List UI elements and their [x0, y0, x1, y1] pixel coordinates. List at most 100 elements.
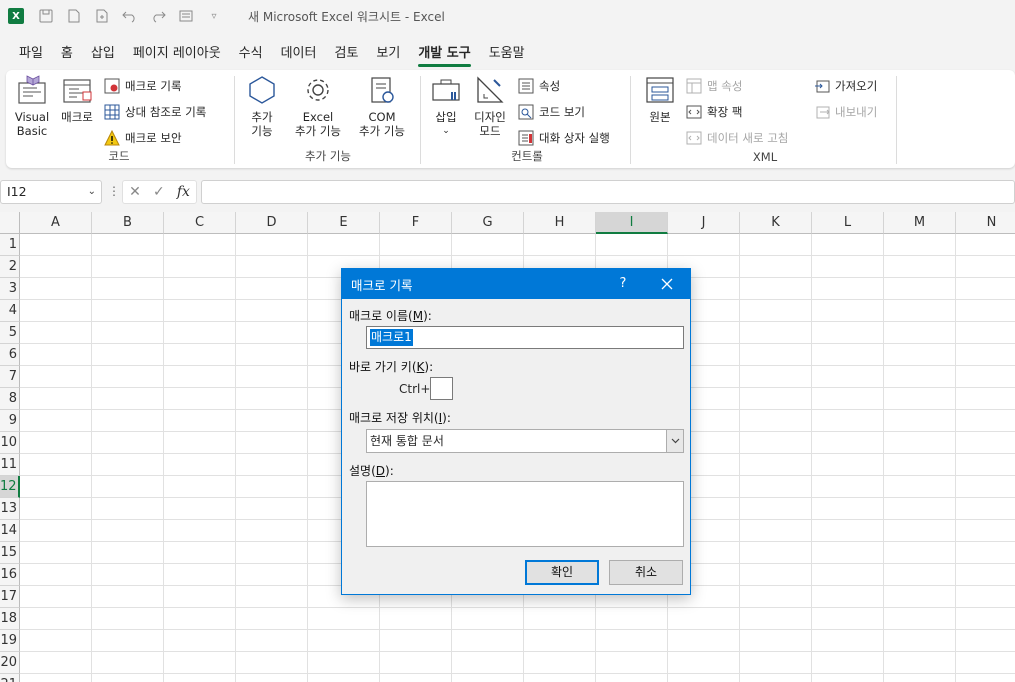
row-header[interactable]: 3 — [0, 278, 20, 300]
ribbon-separator — [234, 76, 235, 164]
shortcut-key-input[interactable] — [430, 377, 453, 400]
record-macro-button[interactable]: 매크로 기록 — [104, 76, 182, 96]
row-header[interactable]: 16 — [0, 564, 20, 586]
tab-data[interactable]: 데이터 — [272, 40, 326, 68]
row-header[interactable]: 21 — [0, 674, 20, 682]
refresh-data-button[interactable]: 데이터 새로 고침 — [686, 128, 788, 148]
column-header[interactable]: J — [668, 212, 740, 234]
dialog-title: 매크로 기록 — [351, 277, 413, 293]
ok-button[interactable]: 확인 — [525, 560, 599, 585]
com-addins-label-1: COM — [368, 110, 396, 124]
import-xml-button[interactable]: 가져오기 — [814, 76, 877, 96]
expansion-packs-button[interactable]: 확장 팩 — [686, 102, 742, 122]
cancel-button[interactable]: 취소 — [609, 560, 683, 585]
row-header[interactable]: 11 — [0, 454, 20, 476]
column-header[interactable]: E — [308, 212, 380, 234]
tab-file[interactable]: 파일 — [10, 40, 52, 68]
row-header[interactable]: 6 — [0, 344, 20, 366]
row-header[interactable]: 5 — [0, 322, 20, 344]
title-bar: X ▿ 새 Microsoft Excel 워크시트 - Excel — [0, 0, 1015, 32]
import-xml-label: 가져오기 — [835, 79, 878, 93]
formula-input[interactable] — [201, 180, 1015, 204]
relative-reference-button[interactable]: 상대 참조로 기록 — [104, 102, 206, 122]
xml-source-button[interactable]: 원본 — [642, 74, 678, 124]
column-header[interactable]: H — [524, 212, 596, 234]
macro-security-button[interactable]: 매크로 보안 — [104, 128, 182, 148]
row-header[interactable]: 15 — [0, 542, 20, 564]
visual-basic-button[interactable]: Visual Basic — [12, 74, 52, 138]
new-file-icon[interactable] — [88, 0, 116, 32]
tab-view[interactable]: 보기 — [367, 40, 409, 68]
row-header[interactable]: 1 — [0, 234, 20, 256]
tab-formulas[interactable]: 수식 — [230, 40, 272, 68]
cancel-icon[interactable]: ✕ — [129, 184, 141, 200]
ribbon-separator — [420, 76, 421, 164]
save-icon[interactable] — [32, 0, 60, 32]
undo-icon[interactable] — [116, 0, 144, 32]
row-header[interactable]: 2 — [0, 256, 20, 278]
properties-button[interactable]: 속성 — [518, 76, 560, 96]
row-header[interactable]: 13 — [0, 498, 20, 520]
description-input[interactable] — [366, 481, 684, 547]
excel-addins-button[interactable]: Excel 추가 기능 — [288, 74, 348, 138]
tab-page-layout[interactable]: 페이지 레이아웃 — [124, 40, 230, 68]
column-header[interactable]: K — [740, 212, 812, 234]
macros-button[interactable]: 매크로 — [56, 74, 98, 124]
customize-toolbar-icon[interactable]: ▿ — [200, 0, 228, 32]
row-header[interactable]: 7 — [0, 366, 20, 388]
row-header[interactable]: 12 — [0, 476, 20, 498]
close-button[interactable] — [652, 269, 682, 299]
insert-function-button[interactable]: fx — [177, 184, 190, 200]
com-addins-button[interactable]: COM 추가 기능 — [352, 74, 412, 138]
row-header[interactable]: 9 — [0, 410, 20, 432]
design-mode-button[interactable]: 디자인 모드 — [468, 74, 512, 138]
column-header[interactable]: F — [380, 212, 452, 234]
addins-button[interactable]: 추가 기능 — [244, 74, 280, 138]
export-xml-button[interactable]: 내보내기 — [814, 102, 877, 122]
tab-home[interactable]: 홈 — [52, 40, 82, 68]
row-header[interactable]: 4 — [0, 300, 20, 322]
save-as-icon[interactable] — [60, 0, 88, 32]
row-header[interactable]: 19 — [0, 630, 20, 652]
group-controls-label: 컨트롤 — [511, 149, 543, 163]
macro-name-value: 매크로1 — [370, 329, 413, 346]
map-properties-button[interactable]: 맵 속성 — [686, 76, 742, 96]
column-header[interactable]: M — [884, 212, 956, 234]
help-button[interactable]: ? — [612, 269, 634, 299]
run-dialog-button[interactable]: 대화 상자 실행 — [518, 128, 610, 148]
store-macro-select[interactable]: 현재 통합 문서 — [366, 429, 684, 453]
view-code-button[interactable]: 코드 보기 — [518, 102, 585, 122]
name-box[interactable]: I12 ⌄ — [0, 180, 102, 204]
macro-name-input[interactable]: 매크로1 — [366, 326, 684, 349]
row-header[interactable]: 10 — [0, 432, 20, 454]
chevron-down-icon[interactable] — [666, 430, 683, 452]
view-code-icon — [518, 104, 534, 120]
tab-insert[interactable]: 삽입 — [82, 40, 124, 68]
check-icon[interactable]: ✓ — [153, 184, 165, 200]
tab-help[interactable]: 도움말 — [480, 40, 534, 68]
insert-control-button[interactable]: 삽입 ⌄ — [428, 74, 464, 138]
column-header[interactable]: N — [956, 212, 1015, 234]
row-header[interactable]: 17 — [0, 586, 20, 608]
column-header[interactable]: A — [20, 212, 92, 234]
row-header[interactable]: 8 — [0, 388, 20, 410]
column-header[interactable]: I — [596, 212, 668, 234]
column-header[interactable]: D — [236, 212, 308, 234]
design-mode-icon — [477, 76, 504, 103]
row-header[interactable]: 18 — [0, 608, 20, 630]
column-header[interactable]: G — [452, 212, 524, 234]
macros-label: 매크로 — [61, 110, 93, 124]
form-icon[interactable] — [172, 0, 200, 32]
tab-review[interactable]: 검토 — [325, 40, 367, 68]
row-header[interactable]: 20 — [0, 652, 20, 674]
tab-developer[interactable]: 개발 도구 — [409, 40, 479, 68]
column-header[interactable]: B — [92, 212, 164, 234]
chevron-down-icon[interactable]: ⌄ — [88, 181, 96, 203]
row-header[interactable]: 14 — [0, 520, 20, 542]
description-label: 설명(D): — [349, 464, 394, 478]
more-options-icon[interactable]: ⋮ — [108, 184, 120, 198]
column-header[interactable]: L — [812, 212, 884, 234]
select-all-corner[interactable] — [0, 212, 20, 234]
redo-icon[interactable] — [144, 0, 172, 32]
column-header[interactable]: C — [164, 212, 236, 234]
